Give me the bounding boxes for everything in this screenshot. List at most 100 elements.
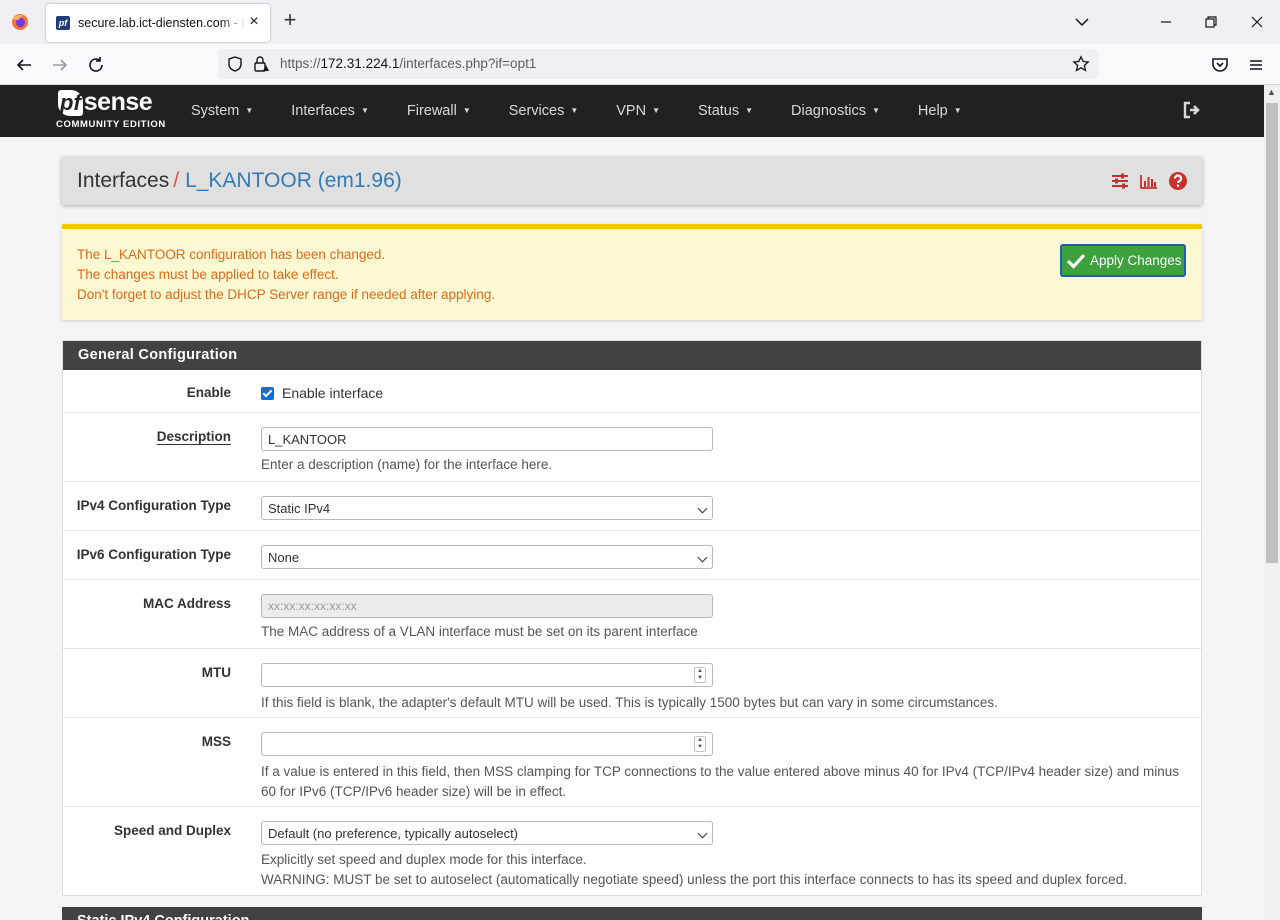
menu-vpn-label: VPN bbox=[616, 103, 647, 119]
breadcrumb-text: Interfaces / L_KANTOOR (em1.96) bbox=[77, 169, 402, 193]
scroll-up-icon[interactable]: ▲ bbox=[1267, 87, 1276, 97]
speed-duplex-label: Speed and Duplex bbox=[113, 823, 231, 838]
menu-help-label: Help bbox=[917, 103, 948, 119]
mac-address-field: xx:xx:xx:xx:xx:xx bbox=[261, 594, 713, 618]
tracking-shield-icon[interactable] bbox=[226, 55, 244, 73]
mtu-field[interactable]: ▲ ▼ bbox=[261, 663, 713, 687]
menu-status-label: Status bbox=[698, 103, 740, 119]
caret-down-icon: ▼ bbox=[652, 106, 661, 115]
mss-label: MSS bbox=[201, 734, 231, 749]
apply-changes-button[interactable]: Apply Changes bbox=[1060, 244, 1186, 277]
static-ipv4-panel-heading: Static IPv4 Configuration bbox=[62, 907, 1202, 920]
menu-vpn[interactable]: VPN ▼ bbox=[616, 103, 660, 119]
pfsense-favicon-icon: pf bbox=[56, 16, 70, 30]
ipv4-type-select[interactable]: Static IPv4 bbox=[261, 496, 713, 520]
description-help: Enter a description (name) for the inter… bbox=[261, 457, 553, 472]
logo-sense: sense bbox=[83, 88, 153, 116]
alert-line-1: The L_KANTOOR configuration has been cha… bbox=[77, 247, 386, 262]
caret-down-icon: ▼ bbox=[953, 106, 962, 115]
row-speed-duplex: Speed and Duplex Default (no preference,… bbox=[63, 807, 1201, 895]
alert-line-3: Don't forget to adjust the DHCP Server r… bbox=[77, 287, 496, 302]
speed-duplex-select[interactable]: Default (no preference, typically autose… bbox=[261, 821, 713, 845]
browser-navigation-bar: https://172.31.224.1/interfaces.php?if=o… bbox=[0, 44, 1280, 85]
firefox-icon[interactable] bbox=[11, 13, 29, 31]
row-ipv6-type: IPv6 Configuration Type None bbox=[63, 531, 1201, 580]
spinner-arrows-icon[interactable]: ▲ ▼ bbox=[694, 667, 706, 683]
menu-firewall-label: Firewall bbox=[406, 103, 457, 119]
logo-pf: pf bbox=[58, 90, 83, 116]
scrollbar-thumb[interactable] bbox=[1266, 103, 1278, 563]
mtu-label: MTU bbox=[201, 665, 231, 680]
bookmark-star-icon[interactable] bbox=[1072, 55, 1090, 73]
back-arrow-icon[interactable] bbox=[12, 53, 36, 77]
bar-chart-icon[interactable] bbox=[1140, 171, 1158, 191]
breadcrumb-shortcuts bbox=[1110, 171, 1188, 191]
reload-icon[interactable] bbox=[84, 53, 108, 77]
restore-icon[interactable] bbox=[1201, 12, 1221, 32]
menu-interfaces[interactable]: Interfaces ▼ bbox=[291, 103, 369, 119]
breadcrumb: Interfaces / L_KANTOOR (em1.96) bbox=[62, 157, 1202, 205]
speed-duplex-help-1: Explicitly set speed and duplex mode for… bbox=[261, 852, 587, 867]
minimize-icon[interactable] bbox=[1156, 12, 1176, 32]
enable-checkbox[interactable]: Enable interface bbox=[261, 385, 383, 401]
menu-services-label: Services bbox=[508, 103, 565, 119]
pfsense-logo[interactable]: pf sense COMMUNITY EDITION bbox=[56, 89, 166, 133]
enable-label: Enable bbox=[186, 385, 231, 400]
browser-tab-bar: pf secure.lab.ict-diensten.com - Interfa… bbox=[0, 0, 1280, 44]
menu-status[interactable]: Status ▼ bbox=[698, 103, 753, 119]
caret-down-icon: ▼ bbox=[570, 106, 579, 115]
tab-title: secure.lab.ict-diensten.com - Interfaces… bbox=[78, 16, 246, 30]
description-label: Description bbox=[156, 429, 231, 444]
help-question-icon[interactable] bbox=[1168, 171, 1188, 191]
caret-down-icon: ▼ bbox=[360, 106, 369, 115]
breadcrumb-section[interactable]: Interfaces bbox=[77, 169, 169, 192]
logout-icon[interactable] bbox=[1182, 100, 1202, 120]
tab-close-icon[interactable]: × bbox=[246, 14, 262, 31]
row-ipv4-type: IPv4 Configuration Type Static IPv4 bbox=[63, 482, 1201, 531]
description-field[interactable]: L_KANTOOR bbox=[261, 427, 713, 451]
close-window-icon[interactable] bbox=[1247, 12, 1267, 32]
menu-help[interactable]: Help ▼ bbox=[918, 103, 962, 119]
ipv6-type-select[interactable]: None bbox=[261, 545, 713, 569]
menu-firewall[interactable]: Firewall ▼ bbox=[407, 103, 471, 119]
check-icon bbox=[1066, 253, 1086, 269]
menu-services[interactable]: Services ▼ bbox=[509, 103, 579, 119]
row-mtu: MTU ▲ ▼ If this field is blank, the adapt… bbox=[63, 649, 1201, 718]
menu-system[interactable]: System ▼ bbox=[191, 103, 253, 119]
checkbox-checked-icon[interactable] bbox=[261, 386, 274, 400]
ipv6-type-label: IPv6 Configuration Type bbox=[76, 547, 231, 562]
apply-changes-label: Apply Changes bbox=[1090, 253, 1182, 268]
logo-edition: COMMUNITY EDITION bbox=[56, 119, 166, 130]
caret-down-icon: ▼ bbox=[462, 106, 471, 115]
caret-down-icon: ▼ bbox=[245, 106, 254, 115]
mss-field[interactable]: ▲ ▼ bbox=[261, 732, 713, 756]
lock-warning-icon[interactable] bbox=[252, 55, 270, 73]
sliders-icon[interactable] bbox=[1110, 171, 1130, 191]
row-description: Description L_KANTOOR Enter a descriptio… bbox=[63, 413, 1201, 482]
url-host: 172.31.224.1 bbox=[320, 56, 400, 71]
spinner-arrows-icon[interactable]: ▲ ▼ bbox=[694, 736, 706, 752]
pocket-icon[interactable] bbox=[1208, 53, 1232, 77]
url-bar[interactable]: https://172.31.224.1/interfaces.php?if=o… bbox=[218, 49, 1098, 79]
browser-tab-active[interactable]: pf secure.lab.ict-diensten.com - Interfa… bbox=[46, 4, 270, 42]
hamburger-menu-icon[interactable] bbox=[1244, 53, 1268, 77]
config-changed-alert: The L_KANTOOR configuration has been cha… bbox=[62, 224, 1202, 320]
row-mss: MSS ▲ ▼ If a value is entered in this fie… bbox=[63, 718, 1201, 807]
list-all-tabs-chevron-icon[interactable] bbox=[1072, 12, 1092, 32]
menu-diagnostics-label: Diagnostics bbox=[791, 103, 866, 119]
caret-down-icon: ▼ bbox=[745, 106, 754, 115]
general-configuration-panel: General Configuration Enable Enable inte… bbox=[62, 340, 1202, 896]
page-content: Interfaces / L_KANTOOR (em1.96) The L_KANT… bbox=[0, 137, 1264, 920]
speed-duplex-help-2: WARNING: MUST be set to autoselect (auto… bbox=[261, 872, 1127, 887]
alert-line-2: The changes must be applied to take effe… bbox=[77, 267, 339, 282]
panel-heading: General Configuration bbox=[63, 341, 1201, 370]
main-menu: System ▼ Interfaces ▼ Firewall ▼ Services ▼ … bbox=[191, 85, 1000, 137]
forward-arrow-icon[interactable] bbox=[48, 53, 72, 77]
menu-diagnostics[interactable]: Diagnostics ▼ bbox=[791, 103, 880, 119]
page-scrollbar[interactable]: ▲ bbox=[1264, 85, 1280, 920]
breadcrumb-current[interactable]: L_KANTOOR (em1.96) bbox=[185, 169, 402, 192]
row-enable: Enable Enable interface bbox=[63, 370, 1201, 413]
caret-down-icon: ▼ bbox=[872, 106, 880, 115]
url-text[interactable]: https://172.31.224.1/interfaces.php?if=o… bbox=[280, 56, 536, 71]
new-tab-icon[interactable]: + bbox=[280, 9, 300, 31]
